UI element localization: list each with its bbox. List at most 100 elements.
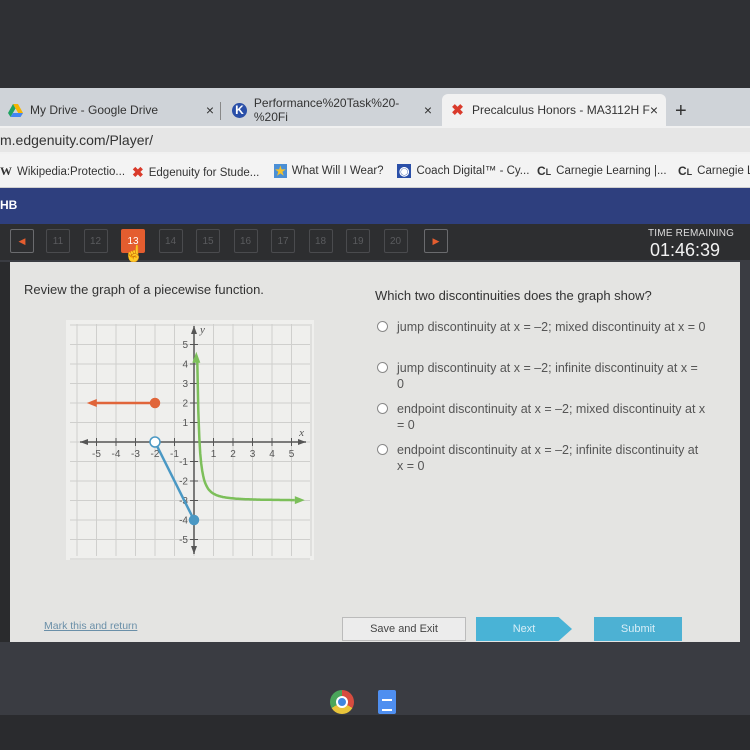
prev-question-button[interactable]: ◀: [10, 229, 34, 253]
bookmark-label: Coach Digital™ - Cy...: [416, 165, 530, 177]
submit-button[interactable]: Submit: [594, 617, 682, 641]
y-tick-label: -5: [179, 535, 188, 546]
question-number-16[interactable]: 16: [233, 229, 258, 253]
bookmark-carnegie-2[interactable]: CL Carnegie L: [678, 164, 750, 178]
course-abbrev: HB: [0, 198, 18, 212]
google-docs-icon[interactable]: [378, 690, 396, 714]
mark-and-return-link[interactable]: Mark this and return: [44, 620, 137, 632]
bookmark-edgenuity[interactable]: ✖ Edgenuity for Stude...: [132, 164, 259, 181]
close-tab-icon[interactable]: ×: [650, 102, 658, 118]
x-tick-label: -4: [112, 449, 121, 460]
bookmark-what-will-i-wear[interactable]: ★ What Will I Wear?: [274, 164, 384, 178]
tab-title: My Drive - Google Drive: [30, 103, 159, 117]
screen-bezel: [0, 0, 750, 88]
question-navigation: ◀ 11 12 13 14 15 16 17 18 19 20 ▶ TIME REMAINING …: [0, 224, 750, 260]
blue-segment-open-endpoint: [149, 436, 161, 448]
tab-title: Precalculus Honors - MA3112H F: [472, 103, 650, 117]
radio-button[interactable]: [377, 321, 388, 332]
y-tick-label: -1: [179, 457, 188, 468]
bookmarks-bar: W Wikipedia:Protectio... ✖ Edgenuity for…: [0, 154, 750, 188]
browser-tab-bar: My Drive - Google Drive × K Performance%…: [0, 88, 750, 126]
x-tick-label: -3: [131, 449, 140, 460]
x-tick-label: 1: [211, 449, 217, 460]
question-number-14[interactable]: 14: [158, 229, 183, 253]
wikipedia-icon: W: [0, 164, 12, 178]
radio-button[interactable]: [377, 403, 388, 414]
y-axis-label: y: [199, 324, 205, 336]
new-tab-button[interactable]: +: [675, 100, 687, 123]
answer-option-1[interactable]: jump discontinuity at x = –2; mixed disc…: [377, 319, 707, 335]
carnegie-icon: CL: [678, 164, 693, 178]
x-tick-label: 5: [289, 449, 295, 460]
bookmark-carnegie-learning[interactable]: CL Carnegie Learning |...: [537, 164, 667, 178]
url-field[interactable]: m.edgenuity.com/Player/: [0, 128, 750, 152]
x-tick-label: 2: [230, 449, 236, 460]
bookmark-label: What Will I Wear?: [291, 165, 384, 177]
radio-button[interactable]: [377, 444, 388, 455]
y-tick-label: 5: [182, 340, 188, 351]
option-label: endpoint discontinuity at x = –2; infini…: [397, 443, 699, 473]
bookmark-label: Edgenuity for Stude...: [148, 166, 260, 179]
app-header: HB: [0, 188, 750, 224]
question-number-15[interactable]: 15: [196, 229, 220, 253]
y-tick-label: 1: [182, 418, 188, 429]
tab-performance-task[interactable]: K Performance%20Task%20-%20Fi ×: [224, 94, 440, 126]
y-tick-label: 4: [182, 360, 188, 371]
question-number-17[interactable]: 17: [271, 229, 295, 253]
chrome-icon[interactable]: [330, 690, 354, 714]
answer-option-4[interactable]: endpoint discontinuity at x = –2; infini…: [377, 442, 707, 474]
graph-background: [66, 320, 314, 560]
question-text: Which two discontinuities does the graph…: [375, 288, 652, 303]
x-tick-label: -1: [170, 449, 179, 460]
bookmark-label: Wikipedia:Protectio...: [17, 165, 126, 178]
tab-divider: [220, 102, 221, 120]
x-tick-label: 4: [269, 449, 275, 460]
tab-title: Performance%20Task%20-%20Fi: [253, 96, 400, 124]
star-icon: ★: [274, 164, 287, 178]
bookmark-label: Carnegie L: [697, 165, 750, 177]
x-tick-label: -5: [92, 449, 101, 460]
y-tick-label: 2: [182, 399, 188, 410]
address-bar: m.edgenuity.com/Player/: [0, 126, 750, 154]
y-tick-label: -2: [179, 477, 188, 488]
save-and-exit-button[interactable]: Save and Exit: [342, 617, 466, 641]
hand-cursor-icon: ☝: [124, 246, 144, 263]
option-label: jump discontinuity at x = –2; infinite d…: [397, 361, 698, 391]
answer-option-2[interactable]: jump discontinuity at x = –2; infinite d…: [377, 360, 707, 392]
carnegie-icon: CL: [537, 164, 552, 178]
edgenuity-x-icon: ✖: [451, 102, 464, 119]
tab-google-drive[interactable]: My Drive - Google Drive ×: [0, 94, 222, 126]
option-label: jump discontinuity at x = –2; mixed disc…: [397, 320, 706, 334]
close-tab-icon[interactable]: ×: [424, 102, 432, 118]
x-tick-label: 3: [250, 449, 256, 460]
blue-segment-closed-endpoint: [188, 514, 200, 526]
taskbar: [0, 715, 750, 750]
radio-button[interactable]: [377, 362, 388, 373]
y-tick-label: -4: [179, 516, 188, 527]
x-axis-label: x: [298, 427, 304, 439]
y-tick-label: 3: [182, 379, 188, 390]
bookmark-coach-digital[interactable]: ◉ Coach Digital™ - Cy...: [397, 164, 529, 178]
close-tab-icon[interactable]: ×: [206, 102, 214, 118]
answer-option-3[interactable]: endpoint discontinuity at x = –2; mixed …: [377, 401, 707, 433]
piecewise-graph: -5-4-3-2-11234554321-1-2-3-4-5xy: [66, 320, 314, 560]
bookmark-wikipedia[interactable]: W Wikipedia:Protectio...: [0, 164, 125, 179]
coach-digital-icon: ◉: [397, 164, 412, 178]
time-remaining-value: 01:46:39: [650, 240, 721, 260]
k-circle-icon: K: [232, 102, 247, 118]
bookmark-label: Carnegie Learning |...: [556, 165, 667, 177]
prompt-text: Review the graph of a piecewise function…: [24, 282, 264, 297]
option-label: endpoint discontinuity at x = –2; mixed …: [397, 402, 706, 432]
google-drive-icon: [8, 103, 23, 118]
tab-precalculus[interactable]: ✖ Precalculus Honors - MA3112H F ×: [442, 94, 666, 126]
question-number-20[interactable]: 20: [383, 229, 408, 253]
edgenuity-x-icon: ✖: [132, 164, 144, 180]
question-number-19[interactable]: 19: [346, 229, 370, 253]
question-number-12[interactable]: 12: [83, 229, 108, 253]
question-number-11[interactable]: 11: [46, 229, 70, 253]
next-question-arrow-button[interactable]: ▶: [424, 229, 448, 253]
next-button[interactable]: Next: [476, 617, 572, 641]
time-remaining-label: TIME REMAINING: [648, 228, 735, 239]
orange-ray-closed-endpoint: [149, 397, 161, 409]
question-number-18[interactable]: 18: [308, 229, 333, 253]
